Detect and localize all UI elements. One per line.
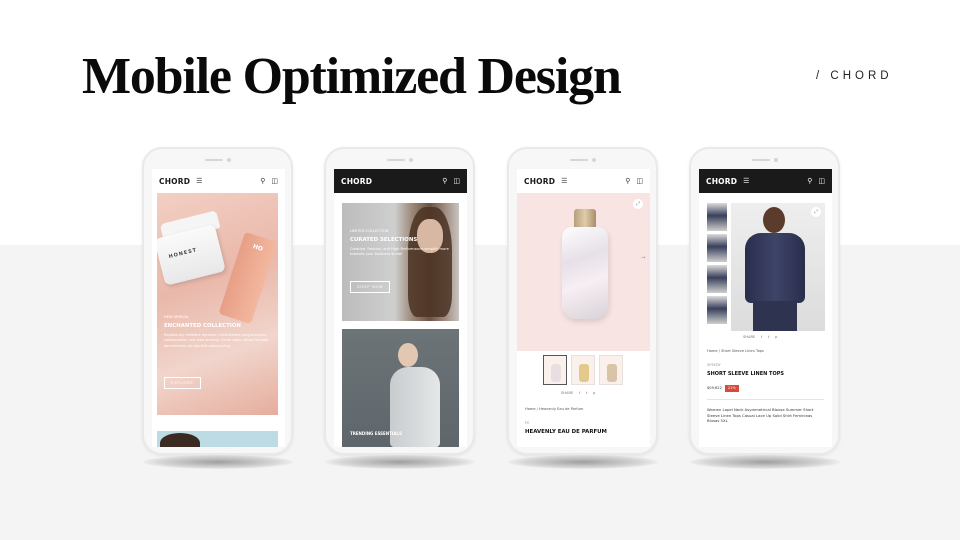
banner-image [160, 433, 200, 447]
phone-mockup-product-apparel: CHORD ☰ ⚲ ◫ ⤢ SHARE f t p Home / Short S… [689, 147, 840, 455]
expand-icon[interactable]: ⤢ [633, 199, 643, 209]
linen-top [745, 233, 805, 303]
phone-screen: CHORD ☰ ⚲ ◫ HONEST HO NEW ARRIVAL ENCHAN… [152, 169, 285, 447]
product-thumbnail[interactable] [707, 203, 727, 231]
phone-mockup-collections: CHORD ⚲ ◫ LIMITED COLLECTION CURATED SEL… [324, 147, 475, 455]
hero-title: ENCHANTED COLLECTION [164, 323, 241, 329]
product-thumbnail[interactable] [599, 355, 623, 385]
share-label: SHARE [561, 391, 574, 395]
navbar: CHORD ⚲ ◫ [334, 169, 467, 193]
phone-notch [559, 155, 607, 164]
brand-tag: / CHORD [816, 70, 893, 82]
product-thumbnail[interactable] [543, 355, 567, 385]
logo[interactable]: CHORD [341, 177, 372, 186]
logo[interactable]: CHORD [706, 177, 737, 186]
card-title: TRENDING ESSENTIALS [350, 431, 402, 436]
product-description: Women Lapel Neck Asymmetrical Blouse Sum… [707, 407, 814, 424]
phone-notch [376, 155, 424, 164]
hero-image: HONEST HO NEW ARRIVAL ENCHANTED COLLECTI… [157, 193, 278, 415]
shopping-bag-icon[interactable]: ◫ [636, 178, 643, 185]
phone-mockup-product-perfume: CHORD ☰ ⚲ ◫ ⤢ → SHARE f t p Home / Heave… [507, 147, 658, 455]
product-tag: FE [525, 421, 530, 425]
hamburger-icon[interactable]: ☰ [743, 178, 749, 185]
card-tag: LIMITED COLLECTION [350, 229, 389, 233]
product-tube: HO [218, 231, 278, 325]
navbar: CHORD ☰ ⚲ ◫ [152, 169, 285, 193]
twitter-icon[interactable]: t [768, 335, 769, 340]
discount-badge: 21% [724, 385, 739, 393]
card-text: Creative, Fashion, and High Performance … [350, 247, 449, 257]
model-head [398, 343, 418, 367]
phone-shadow [325, 455, 475, 469]
perfume-cap [574, 209, 596, 229]
product-tag: SPEEDY [707, 363, 721, 367]
product-title: SHORT SLEEVE LINEN TOPS [707, 371, 784, 377]
price-row: $09.622 21% [707, 385, 739, 393]
thumbnail-column [707, 203, 727, 327]
product-image[interactable]: ⤢ [731, 203, 825, 331]
phone-shadow [508, 455, 658, 469]
product-title: HEAVENLY EAU DE PARFUM [525, 429, 607, 435]
product-label: HO [251, 243, 264, 253]
expand-icon[interactable]: ⤢ [811, 207, 821, 217]
product-thumbnail[interactable] [707, 234, 727, 262]
search-icon[interactable]: ⚲ [807, 178, 812, 185]
product-thumbnail[interactable] [707, 296, 727, 324]
product-thumbnail[interactable] [707, 265, 727, 293]
navbar: CHORD ☰ ⚲ ◫ [699, 169, 832, 193]
phone-shadow [143, 455, 293, 469]
model-pants [753, 301, 797, 331]
breadcrumb[interactable]: Home / Short Sleeve Linen Tops [707, 349, 764, 354]
price: $09.622 [707, 386, 722, 390]
phone-notch [741, 155, 789, 164]
phone-shadow [690, 455, 840, 469]
phone-mockup-home: CHORD ☰ ⚲ ◫ HONEST HO NEW ARRIVAL ENCHAN… [142, 147, 293, 455]
search-icon[interactable]: ⚲ [442, 178, 447, 185]
shopping-bag-icon[interactable]: ◫ [818, 178, 825, 185]
facebook-icon[interactable]: f [761, 335, 762, 340]
search-icon[interactable]: ⚲ [625, 178, 630, 185]
collection-card-image[interactable]: TRENDING ESSENTIALS [342, 329, 459, 447]
hamburger-icon[interactable]: ☰ [196, 178, 202, 185]
divider [707, 399, 824, 400]
shopping-bag-icon[interactable]: ◫ [271, 178, 278, 185]
model-head [763, 207, 785, 233]
logo[interactable]: CHORD [524, 177, 555, 186]
phone-screen: CHORD ⚲ ◫ LIMITED COLLECTION CURATED SEL… [334, 169, 467, 447]
explore-button[interactable]: EXPLORE [164, 377, 201, 389]
product-label: HONEST [168, 247, 198, 261]
hamburger-icon[interactable]: ☰ [561, 178, 567, 185]
card-title: CURATED SELECTIONS [350, 237, 418, 243]
product-thumbnail[interactable] [571, 355, 595, 385]
phone-screen: CHORD ☰ ⚲ ◫ ⤢ → SHARE f t p Home / Heave… [517, 169, 650, 447]
collection-card-image[interactable]: LIMITED COLLECTION CURATED SELECTIONS Cr… [342, 203, 459, 321]
pinterest-icon[interactable]: p [775, 335, 777, 340]
logo[interactable]: CHORD [159, 177, 190, 186]
search-icon[interactable]: ⚲ [260, 178, 265, 185]
shopping-bag-icon[interactable]: ◫ [453, 178, 460, 185]
phone-screen: CHORD ☰ ⚲ ◫ ⤢ SHARE f t p Home / Short S… [699, 169, 832, 447]
shop-now-button[interactable]: SHOP NOW [350, 281, 391, 293]
pinterest-icon[interactable]: p [593, 391, 595, 396]
hero-tag: NEW ARRIVAL [164, 315, 189, 319]
phone-notch [194, 155, 242, 164]
navbar: CHORD ☰ ⚲ ◫ [517, 169, 650, 193]
twitter-icon[interactable]: t [586, 391, 587, 396]
breadcrumb[interactable]: Home / Heavenly Eau de Parfum [525, 407, 583, 412]
slide-title: Mobile Optimized Design [82, 48, 622, 105]
hero-text: Rapidiously redefine dynamic niche befor… [164, 333, 269, 348]
arrow-right-icon[interactable]: → [641, 255, 645, 261]
facebook-icon[interactable]: f [579, 391, 580, 396]
share-label: SHARE [743, 335, 756, 339]
perfume-bottle [562, 227, 608, 319]
